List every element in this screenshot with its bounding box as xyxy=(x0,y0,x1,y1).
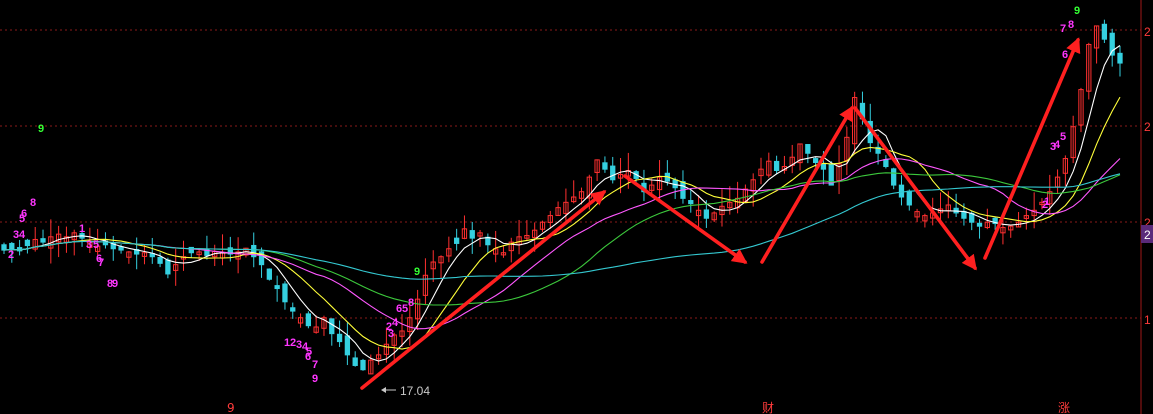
candle-body xyxy=(290,307,296,312)
bottom-marker: 财 xyxy=(762,401,774,414)
count-label: 8 xyxy=(30,197,36,209)
candle-body xyxy=(24,239,31,247)
candle-body xyxy=(703,209,710,219)
bottom-markers: 9 财 涨 xyxy=(227,400,1070,414)
candle-body xyxy=(976,222,983,227)
count-label: 8 xyxy=(408,297,414,309)
count-label: 5 xyxy=(1060,131,1066,143)
current-price-badge-label: 2 xyxy=(1144,228,1151,242)
trend-arrow xyxy=(360,190,607,390)
count-label: 3 xyxy=(388,328,394,340)
candle-body xyxy=(352,357,358,366)
nine-count-label: 9 xyxy=(414,266,420,278)
price-gridlines xyxy=(0,29,1141,319)
count-label: 3 xyxy=(1050,141,1056,153)
candle-body xyxy=(805,144,811,154)
price-tick-label: 1 xyxy=(1144,313,1151,327)
candle-body xyxy=(1,244,7,251)
count-label: 8 xyxy=(1068,19,1074,31)
count-label: 7 xyxy=(312,359,318,371)
nine-count-label: 9 xyxy=(1074,5,1080,17)
candle-body xyxy=(336,333,343,343)
count-label: 2 xyxy=(1042,199,1048,211)
ma20-line xyxy=(3,158,1121,330)
candle-body xyxy=(157,257,163,264)
moving-average-lines xyxy=(3,45,1121,362)
candle-body xyxy=(305,313,312,327)
count-label: 3 xyxy=(86,239,92,251)
candle-body xyxy=(883,159,889,168)
count-label: 7 xyxy=(98,257,104,269)
ma5-line xyxy=(3,45,1121,362)
candle-body xyxy=(40,238,46,243)
count-label: 5 xyxy=(93,239,99,251)
nine-count-label: 9 xyxy=(38,123,44,135)
candle-body xyxy=(820,162,827,170)
count-label: 6 xyxy=(305,351,311,363)
candle-body xyxy=(274,285,280,290)
price-tick-label: 2 xyxy=(1144,25,1151,39)
candle-body xyxy=(469,230,475,239)
price-tick-label: 2 xyxy=(1144,120,1151,134)
candle-body xyxy=(610,165,616,181)
bottom-marker: 涨 xyxy=(1058,400,1070,414)
candle-body xyxy=(9,242,15,250)
candle-body xyxy=(266,268,272,280)
candle-body xyxy=(344,335,351,356)
trend-arrow xyxy=(760,105,854,264)
bottom-marker: 9 xyxy=(227,401,235,414)
current-price-badge: 2 xyxy=(1141,225,1153,243)
candle-body xyxy=(360,359,366,371)
candle-body xyxy=(453,237,460,244)
count-label: 6 xyxy=(1062,49,1068,61)
candle-body xyxy=(812,158,819,164)
ma10-line xyxy=(3,96,1121,350)
candle-body xyxy=(1117,52,1123,64)
count-label: 5 xyxy=(19,213,25,225)
candle-body xyxy=(688,200,694,205)
low-price-annotation: 17.04 xyxy=(381,384,430,398)
low-price-label: 17.04 xyxy=(400,384,430,398)
candle-body xyxy=(329,318,335,335)
count-label: 4 xyxy=(19,229,26,241)
candle-body xyxy=(898,184,905,198)
candle-body xyxy=(282,283,288,303)
candle-body xyxy=(891,168,897,186)
candle-body xyxy=(165,259,171,275)
candlesticks xyxy=(1,19,1123,375)
count-label: 1 xyxy=(79,223,85,235)
candle-body xyxy=(773,160,780,171)
count-label: 9 xyxy=(112,278,118,290)
count-label: 7 xyxy=(1060,23,1066,35)
trend-arrow xyxy=(983,37,1081,260)
candle-body xyxy=(906,190,912,206)
candle-body xyxy=(1101,23,1108,40)
count-label: 2 xyxy=(8,249,14,261)
candle-body xyxy=(602,162,608,170)
low-pointer-arrowhead xyxy=(381,387,386,393)
kline-chart: 98653 4213 5678996 52 4381 2 3 45679987654312 1… xyxy=(0,0,1153,414)
count-label: 9 xyxy=(312,373,318,385)
price-axis-ticks: 2 2 2 1 xyxy=(1144,25,1151,327)
